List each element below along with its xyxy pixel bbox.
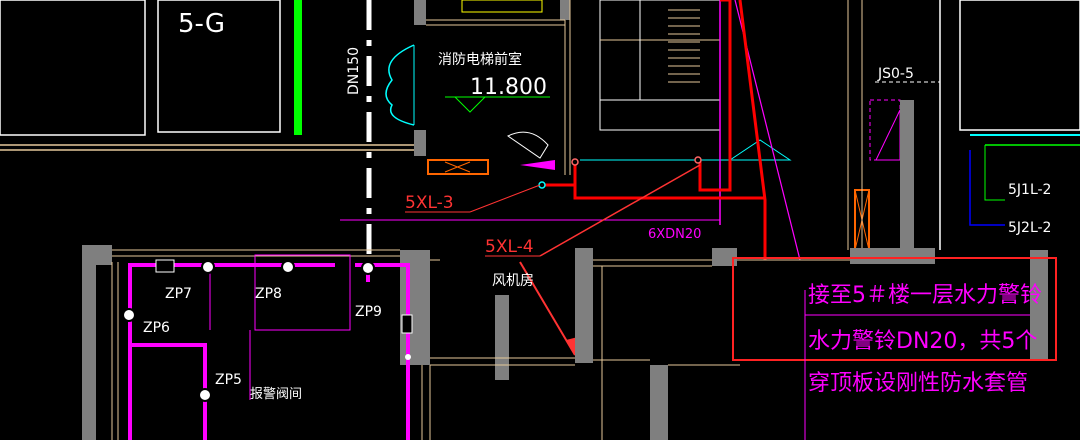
- elevation-label: 11.800: [470, 75, 547, 100]
- riser-label-j1l2: 5J1L-2: [1008, 182, 1051, 198]
- zone-label-zp9: ZP9: [355, 304, 382, 320]
- note-line-1: 接至5＃楼一层水力警铃: [808, 283, 1042, 308]
- zone-label-zp6: ZP6: [143, 320, 170, 336]
- staircase: [599, 0, 721, 131]
- dn20-label: 6XDN20: [648, 227, 701, 242]
- valve-symbol: [507, 131, 549, 159]
- magenta-valve: [520, 160, 555, 170]
- red-riser-b: [738, 0, 767, 260]
- label-5xl3: 5XL-3: [405, 193, 454, 213]
- alarm-valve-room-label: 报警阀间: [250, 386, 302, 402]
- room-label-5g: 5-G: [178, 9, 225, 39]
- fan-room-label: 风机房: [492, 273, 534, 289]
- pipe-valve: [155, 259, 175, 273]
- note-line-2: 水力警铃DN20，共5个: [808, 329, 1037, 354]
- wall-right: [900, 100, 914, 250]
- fire-lobby-label: 消防电梯前室: [438, 51, 522, 68]
- valve-room-walls: [82, 245, 112, 440]
- room-outlines-right: [939, 0, 1080, 250]
- green-line: [294, 0, 302, 135]
- stair-treads: [668, 9, 700, 83]
- js-box: [869, 99, 901, 161]
- note-line-3: 穿顶板设刚性防水套管: [808, 371, 1028, 396]
- door-swing: [385, 44, 415, 126]
- label-5xl4: 5XL-4: [485, 237, 534, 257]
- pipe-label-dn150: DN150: [346, 47, 362, 95]
- js-label: JS0-5: [877, 66, 914, 82]
- cad-drawing: 5-G DN150 消防电梯前室 11.800 JS0-5 5J1L-2 5J2…: [0, 0, 1080, 440]
- zone-label-zp8: ZP8: [255, 286, 282, 302]
- fan-room-outline: [421, 259, 850, 440]
- zone-label-zp5: ZP5: [215, 372, 242, 388]
- red-riser-a: [698, 0, 732, 192]
- zone-label-zp7: ZP7: [165, 286, 192, 302]
- red-pipe-horizontal: [573, 162, 765, 200]
- riser-label-j2l2: 5J2L-2: [1008, 220, 1051, 236]
